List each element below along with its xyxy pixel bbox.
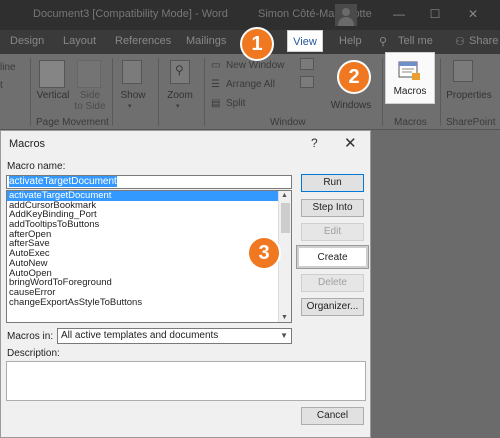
macros-dialog: Macros ? ✕ Macro name: activateTargetDoc… (0, 130, 371, 438)
tab-mailings[interactable]: Mailings (186, 35, 226, 47)
step-badge-2: 2 (337, 60, 371, 94)
title-bar: Document3 [Compatibility Mode] - Word Si… (0, 0, 500, 30)
avatar-body-icon (338, 17, 354, 26)
tab-help[interactable]: Help (339, 35, 362, 47)
macros-group-label: Macros (394, 117, 427, 128)
switch-windows-button[interactable]: Windows (325, 100, 377, 111)
synchronous-scrolling-icon[interactable] (300, 76, 314, 88)
chevron-down-icon: ▼ (280, 331, 288, 340)
tab-references[interactable]: References (115, 35, 171, 47)
scroll-thumb[interactable] (281, 203, 290, 233)
side-to-side-button[interactable]: Side to Side (72, 90, 108, 112)
share-button[interactable]: Share (469, 35, 498, 47)
step-into-button[interactable]: Step Into (301, 199, 364, 217)
lightbulb-icon: ⚲ (379, 36, 388, 48)
vertical-page-icon[interactable] (39, 60, 65, 88)
avatar[interactable] (335, 4, 357, 26)
maximize-button[interactable]: ☐ (428, 7, 442, 21)
create-button[interactable]: Create (297, 246, 368, 268)
list-item[interactable]: changeExportAsStyleToButtons (7, 297, 279, 308)
vertical-button[interactable]: Vertical (33, 90, 73, 101)
ribbon-divider (204, 58, 205, 126)
view-side-by-side-icon[interactable] (300, 58, 314, 70)
arrange-all-icon: ☰ (211, 79, 220, 90)
tab-tell-me[interactable]: Tell me (398, 35, 433, 47)
macros-button-label: Macros (393, 86, 427, 97)
edit-button[interactable]: Edit (301, 223, 364, 241)
window-group-label: Window (270, 117, 306, 128)
macros-in-label: Macros in: (7, 331, 54, 342)
macro-name-value: activateTargetDocument (9, 176, 117, 187)
properties-icon (453, 60, 473, 82)
avatar-head-icon (342, 8, 350, 16)
tab-view[interactable]: View (287, 30, 323, 52)
macro-name-input[interactable]: activateTargetDocument (6, 175, 292, 189)
sharepoint-group-label: SharePoint (446, 117, 496, 128)
cancel-button[interactable]: Cancel (301, 407, 364, 425)
zoom-button[interactable]: Zoom (164, 90, 196, 101)
properties-button[interactable]: Properties (440, 90, 498, 101)
organizer-button[interactable]: Organizer... (301, 298, 364, 316)
tab-design[interactable]: Design (10, 35, 44, 47)
zoom-dropdown-chevron-icon: ▾ (176, 103, 180, 110)
ribbon-divider (112, 58, 113, 126)
description-label: Description: (7, 348, 60, 359)
split-icon: ▤ (211, 98, 221, 109)
tab-layout[interactable]: Layout (63, 35, 96, 47)
scroll-up-icon[interactable]: ▲ (281, 192, 288, 199)
new-window-button[interactable]: New Window (226, 60, 284, 71)
scroll-down-icon[interactable]: ▼ (281, 314, 288, 321)
description-box (6, 361, 366, 401)
macros-in-select[interactable]: All active templates and documents ▼ (57, 328, 292, 344)
split-button[interactable]: Split (226, 98, 245, 109)
new-window-icon: ▭ (211, 60, 221, 71)
dialog-title: Macros (9, 138, 46, 150)
ribbon-divider (382, 58, 383, 126)
ribbon-cut-label-1: line (0, 62, 16, 73)
minimize-button[interactable]: — (392, 7, 406, 21)
macro-name-label: Macro name: (7, 161, 66, 172)
ribbon-divider (158, 58, 159, 126)
show-icon (122, 60, 142, 84)
share-icon: ⚇ (455, 36, 465, 48)
macros-in-value: All active templates and documents (61, 330, 219, 341)
close-window-button[interactable]: ✕ (466, 7, 480, 21)
run-button[interactable]: Run (301, 174, 364, 192)
step-badge-3: 3 (247, 236, 281, 270)
page-movement-group-label: Page Movement (36, 117, 109, 128)
arrange-all-button[interactable]: Arrange All (226, 79, 275, 90)
step-badge-1: 1 (240, 27, 274, 61)
side-to-side-icon (77, 60, 101, 88)
ribbon-cut-label-2: t (0, 80, 3, 91)
magnifier-icon: ⚲ (175, 63, 184, 77)
close-icon[interactable]: ✕ (344, 134, 357, 152)
help-button[interactable]: ? (311, 136, 318, 150)
show-dropdown-chevron-icon: ▾ (128, 103, 132, 110)
show-button[interactable]: Show (117, 90, 149, 101)
delete-button[interactable]: Delete (301, 274, 364, 292)
document-page[interactable] (390, 150, 500, 438)
document-title: Document3 [Compatibility Mode] - Word (33, 8, 228, 20)
macros-button[interactable]: Macros (385, 52, 435, 104)
macros-icon (398, 61, 420, 80)
ribbon-divider (30, 58, 31, 126)
